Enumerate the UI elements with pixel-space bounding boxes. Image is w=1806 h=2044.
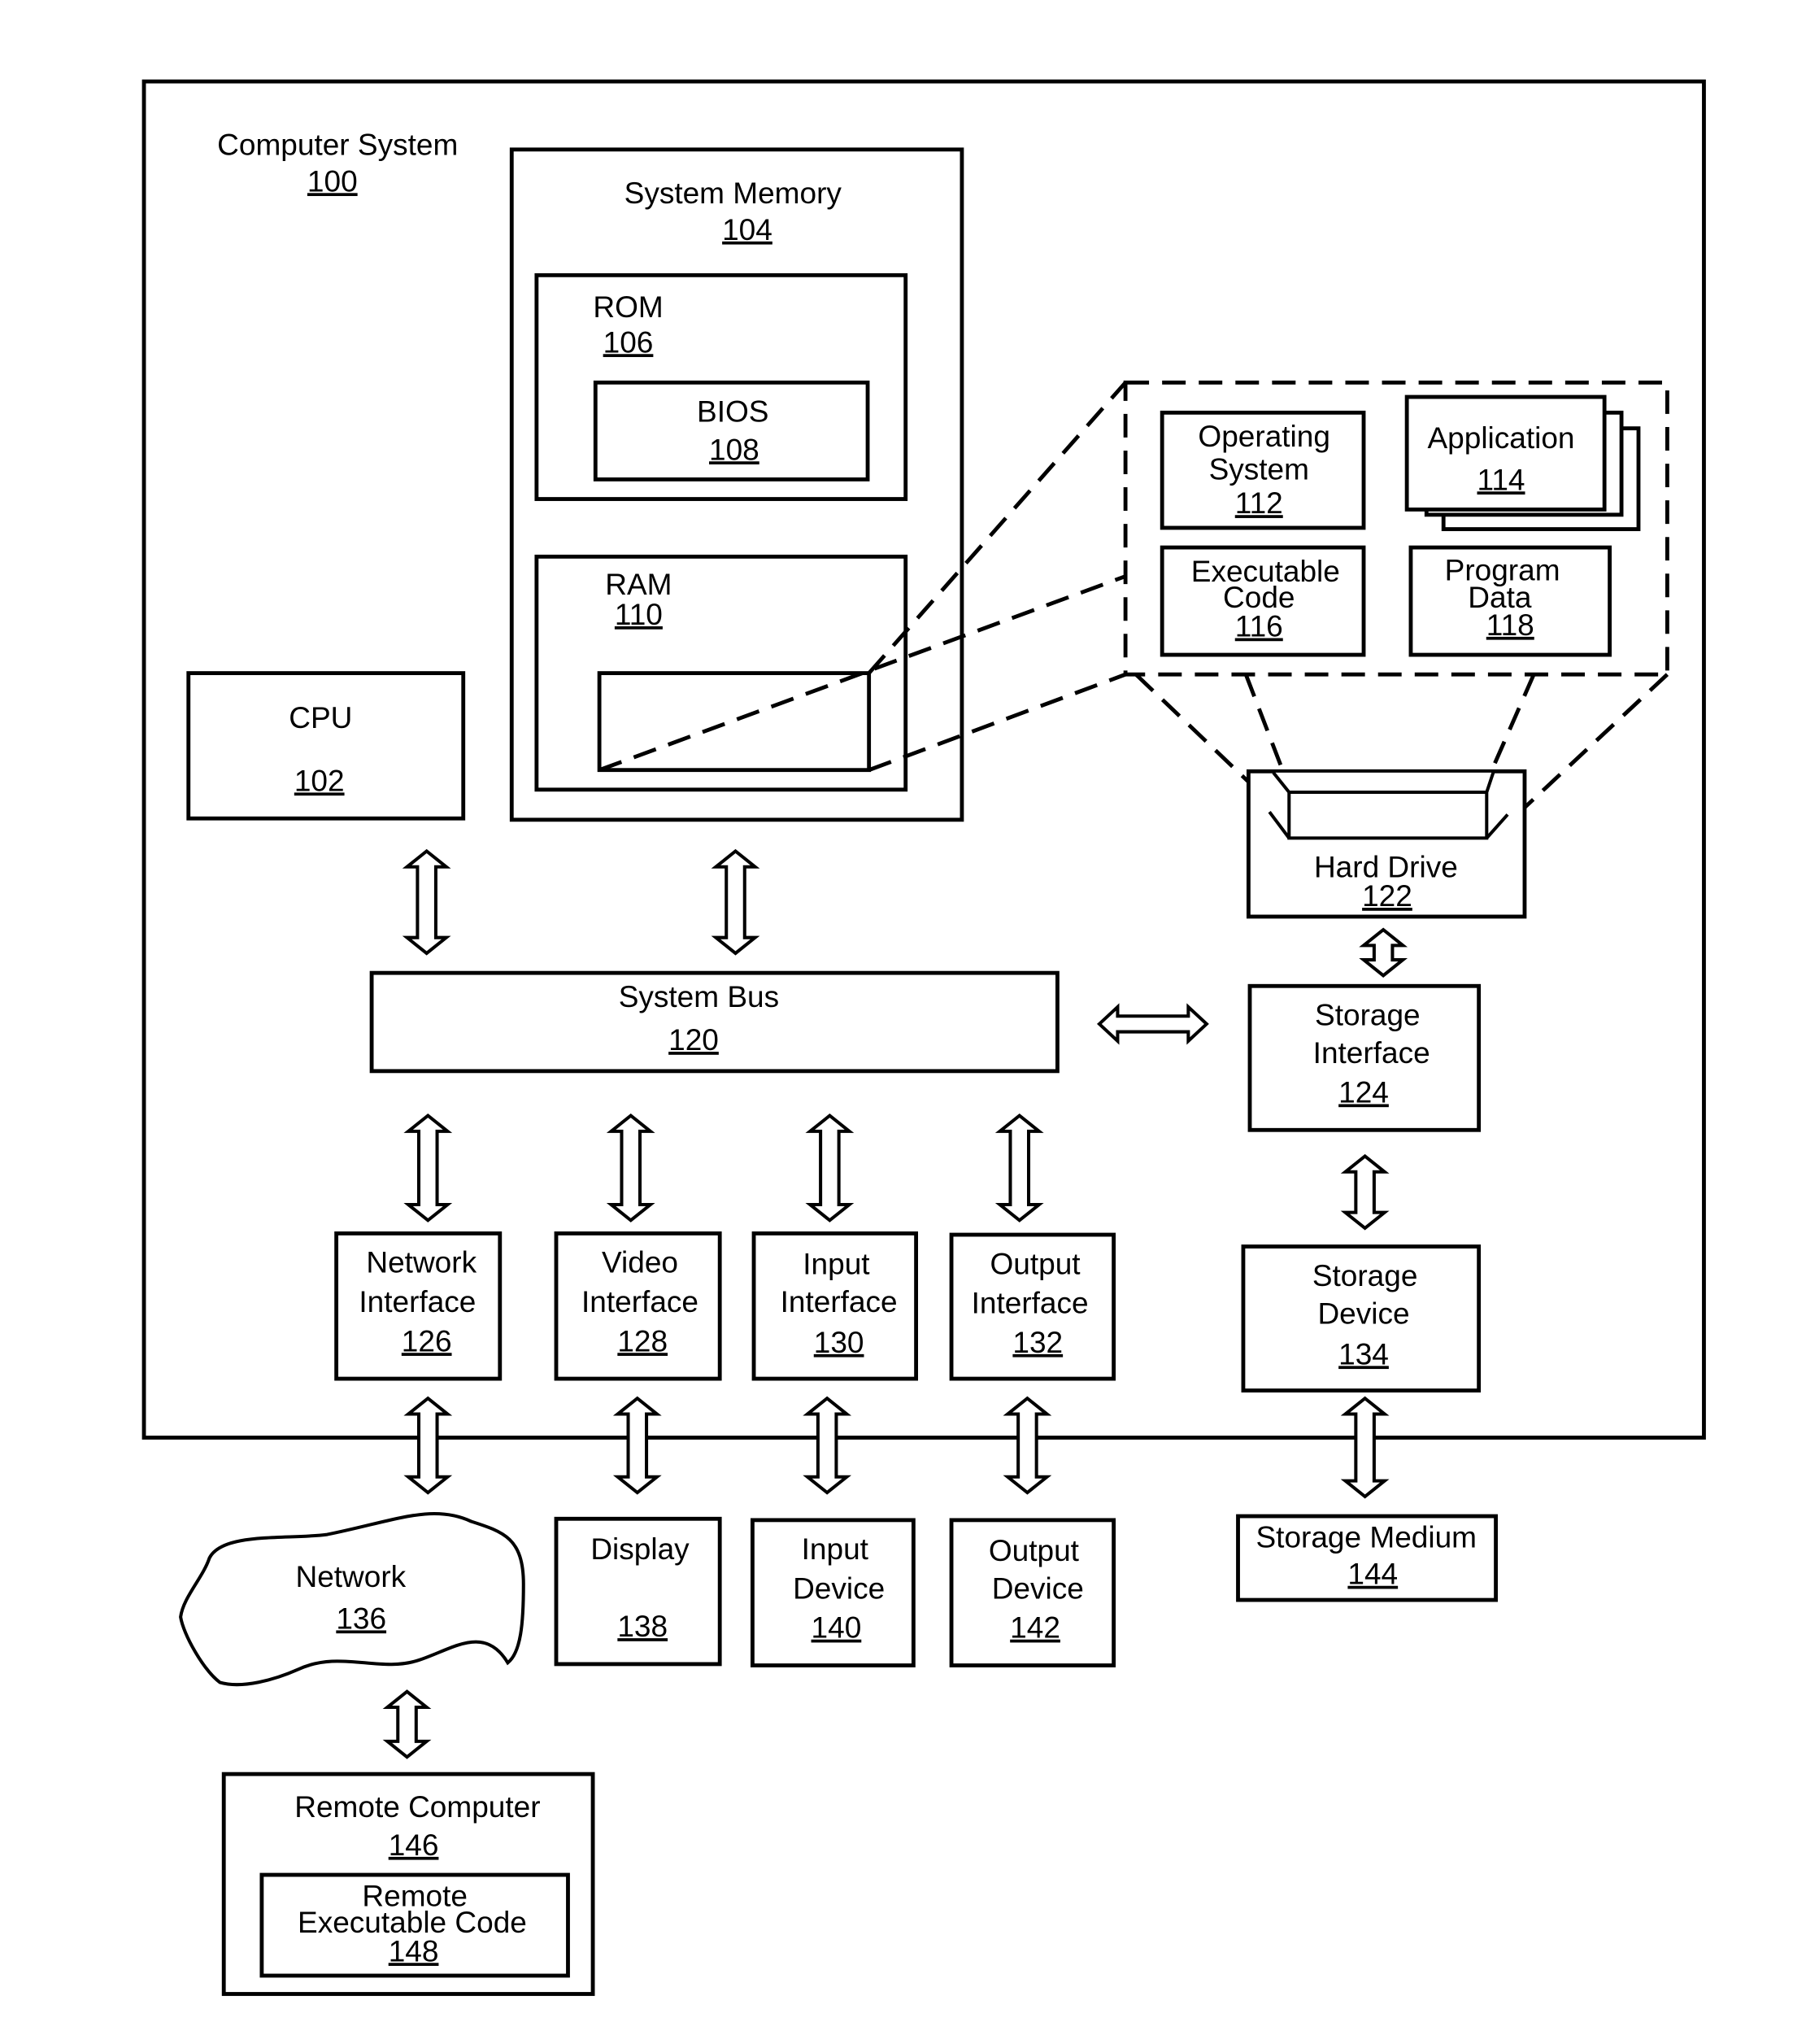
rom-ref: 106 (603, 325, 654, 359)
input-interface-line1: Input (803, 1246, 870, 1280)
display-ref: 138 (617, 1609, 668, 1643)
network-remote-computer-arrow (382, 1689, 432, 1759)
executable-code-ref: 116 (1235, 609, 1283, 643)
rom-label: ROM (593, 290, 663, 324)
bios[interactable]: BIOS 108 (593, 380, 870, 482)
system-bus[interactable]: System Bus 120 (369, 970, 1060, 1074)
program-data[interactable]: Program Data 118 (1408, 545, 1612, 657)
network-interface-ref: 126 (402, 1323, 452, 1358)
storage-interface[interactable]: Storage Interface 124 (1247, 983, 1482, 1132)
system-bus-label: System Bus (619, 979, 779, 1013)
input-interface-line2: Interface (781, 1284, 898, 1318)
input-device-line1: Input (802, 1532, 869, 1566)
application-ref: 114 (1477, 462, 1525, 496)
ram[interactable]: RAM 110 (534, 554, 908, 792)
remote-computer-label: Remote Computer (294, 1789, 540, 1824)
input-interface-ref: 130 (814, 1325, 864, 1359)
operating-system-line2: System (1209, 451, 1309, 486)
video-interface-line2: Interface (581, 1284, 698, 1318)
input-interface[interactable]: Input Interface 130 (751, 1231, 919, 1381)
video-interface-ref: 128 (617, 1323, 668, 1358)
storage-medium[interactable]: Storage Medium 144 (1236, 1514, 1498, 1602)
remote-executable-code-ref: 148 (389, 1933, 439, 1968)
storage-medium-ref: 144 (1347, 1557, 1398, 1591)
computer-system-label: Computer System (217, 127, 458, 161)
video-interface[interactable]: Video Interface 128 (554, 1231, 722, 1381)
program-data-ref: 118 (1486, 608, 1534, 642)
input-device[interactable]: Input Device 140 (751, 1518, 916, 1667)
output-device[interactable]: Output Device 142 (949, 1518, 1116, 1667)
video-interface-line1: Video (602, 1245, 678, 1279)
application-label: Application (1427, 421, 1574, 455)
system-memory-label: System Memory (624, 176, 842, 210)
output-device-ref: 142 (1010, 1610, 1060, 1645)
cpu-label: CPU (289, 700, 352, 734)
computer-system-diagram: Computer System 100 System Memory 104 RO… (141, 79, 1706, 1996)
output-device-line1: Output (989, 1533, 1080, 1567)
operating-system[interactable]: Operating System 112 (1160, 410, 1366, 530)
storage-device[interactable]: Storage Device 134 (1241, 1244, 1482, 1392)
application[interactable]: Application 114 (1404, 394, 1641, 531)
cpu-ref: 102 (294, 763, 345, 797)
network-interface-line2: Interface (359, 1284, 476, 1318)
hard-drive[interactable]: Hard Drive 122 (1246, 769, 1527, 919)
ram-label: RAM (605, 567, 672, 601)
input-device-ref: 140 (812, 1610, 862, 1645)
ram-ref: 110 (615, 597, 663, 631)
network-interface-network-arrow (403, 1396, 453, 1495)
network-ref: 136 (336, 1601, 386, 1635)
storage-interface-line2: Interface (1313, 1035, 1430, 1070)
output-interface[interactable]: Output Interface 132 (949, 1232, 1116, 1381)
network-label: Network (295, 1559, 406, 1593)
display-label: Display (590, 1532, 690, 1566)
storage-interface-line1: Storage (1315, 998, 1421, 1032)
output-interface-line1: Output (990, 1246, 1081, 1280)
computer-system-ref: 100 (307, 163, 358, 198)
system-bus-ref: 120 (668, 1022, 719, 1057)
output-device-line2: Device (992, 1571, 1084, 1605)
video-interface-display-arrow (612, 1396, 662, 1495)
network-cloud[interactable]: Network 136 (179, 1512, 525, 1687)
system-memory-ref: 104 (722, 212, 772, 246)
output-interface-line2: Interface (972, 1286, 1089, 1320)
network-interface[interactable]: Network Interface 126 (334, 1231, 503, 1381)
cloud-shape (179, 1512, 525, 1687)
storage-device-ref: 134 (1338, 1336, 1389, 1371)
hard-drive-ref: 122 (1362, 878, 1412, 913)
bios-label: BIOS (697, 394, 768, 429)
input-interface-device-arrow (803, 1396, 852, 1495)
output-interface-device-arrow (1003, 1396, 1052, 1495)
bios-ref: 108 (709, 432, 759, 466)
display[interactable]: Display 138 (554, 1516, 722, 1667)
input-device-line2: Device (793, 1571, 885, 1605)
storage-interface-ref: 124 (1338, 1074, 1389, 1109)
remote-computer-ref: 146 (389, 1828, 439, 1862)
operating-system-line1: Operating (1198, 419, 1329, 453)
operating-system-ref: 112 (1235, 486, 1283, 520)
storage-device-line1: Storage (1312, 1258, 1418, 1292)
network-interface-line1: Network (366, 1245, 477, 1279)
output-interface-ref: 132 (1012, 1325, 1063, 1359)
storage-device-line2: Device (1317, 1296, 1409, 1330)
storage-device-medium-arrow (1340, 1396, 1390, 1499)
cpu[interactable]: CPU 102 (186, 671, 466, 821)
remote-executable-code[interactable]: Remote Executable Code 148 (259, 1872, 570, 1978)
hard-drive-platter-icon (1268, 771, 1509, 840)
executable-code[interactable]: Executable Code 116 (1160, 545, 1366, 657)
storage-medium-label: Storage Medium (1256, 1520, 1477, 1554)
